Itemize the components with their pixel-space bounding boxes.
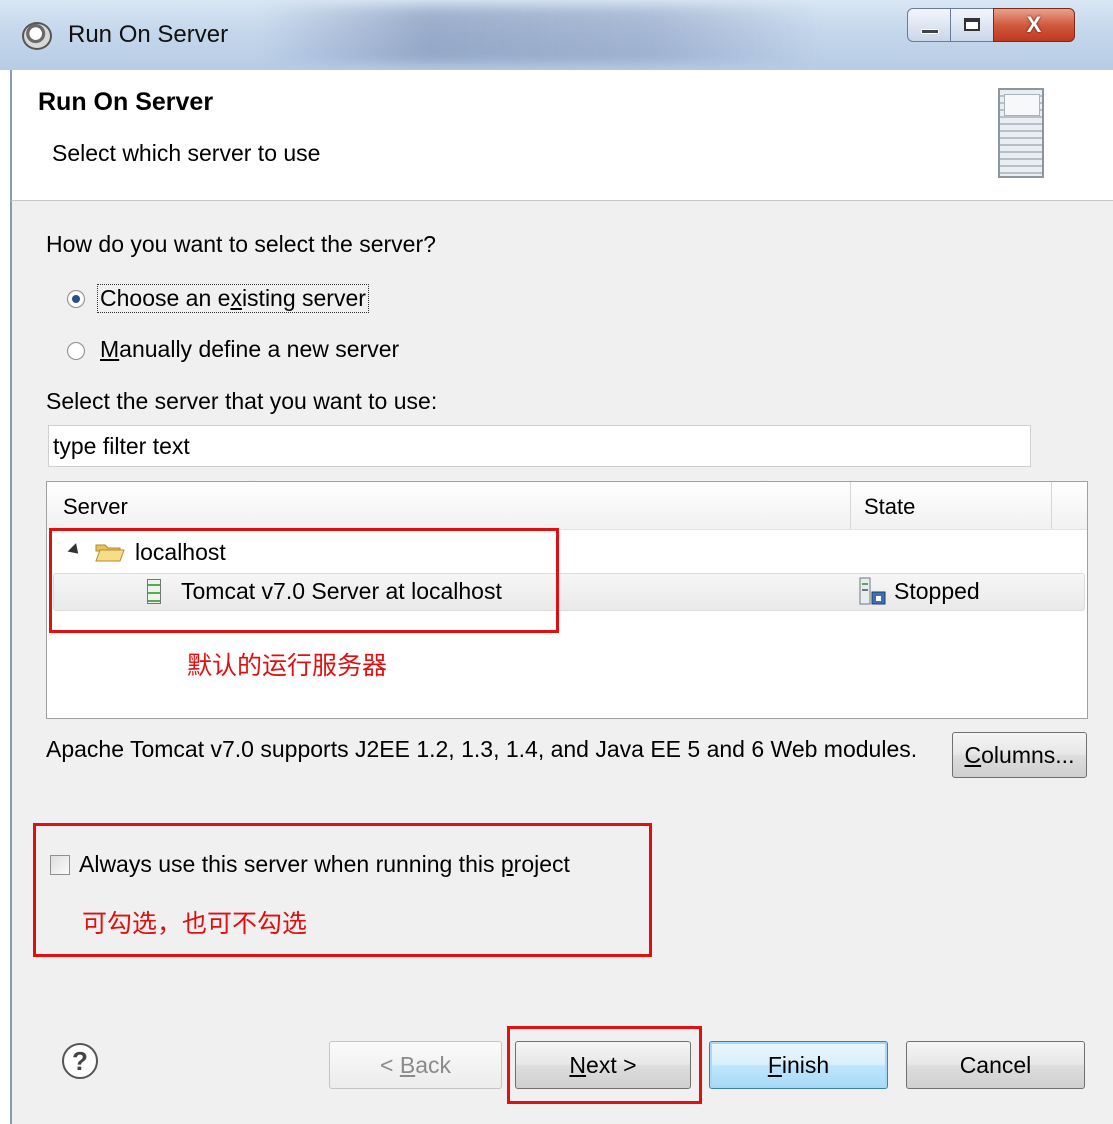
manual-define-label: Manually define a new server <box>100 336 400 362</box>
highlight-box-server <box>49 528 559 633</box>
choose-existing-radio[interactable] <box>67 290 85 308</box>
server-list-label: Select the server that you want to use: <box>46 388 438 414</box>
server-description: Apache Tomcat v7.0 supports J2EE 1.2, 1.… <box>46 736 918 762</box>
column-separator <box>850 482 851 529</box>
help-icon[interactable]: ? <box>62 1043 98 1079</box>
background-blur <box>260 6 820 64</box>
back-button[interactable]: < Back <box>329 1041 502 1089</box>
column-separator <box>1051 482 1052 529</box>
annotation-checkbox: 可勾选，也可不勾选 <box>82 910 308 938</box>
table-header: Server State <box>47 482 1087 530</box>
maximize-icon <box>964 18 980 31</box>
minimize-icon <box>921 29 939 34</box>
close-button[interactable]: X <box>993 8 1075 42</box>
always-use-label[interactable]: Always use this server when running this… <box>79 851 570 878</box>
eclipse-app-icon <box>22 22 52 50</box>
column-header-state[interactable]: State <box>864 494 915 520</box>
manual-define-radio[interactable] <box>67 342 85 360</box>
annotation-default-server: 默认的运行服务器 <box>187 652 388 680</box>
wizard-body: How do you want to select the server? Ch… <box>10 201 1113 1124</box>
maximize-button[interactable] <box>950 8 994 42</box>
page-subtitle: Select which server to use <box>52 140 321 166</box>
server-icon <box>998 88 1044 178</box>
server-icon-panel <box>1004 94 1040 116</box>
window-title: Run On Server <box>68 21 229 48</box>
cancel-button[interactable]: Cancel <box>906 1041 1085 1089</box>
finish-button[interactable]: Finish <box>709 1041 888 1089</box>
always-use-checkbox[interactable] <box>50 855 70 875</box>
selection-question: How do you want to select the server? <box>46 231 436 257</box>
stopped-status-icon <box>859 577 886 605</box>
page-title: Run On Server <box>38 88 214 116</box>
wizard-header: Run On Server Select which server to use <box>10 70 1113 201</box>
columns-button[interactable]: Columns... <box>952 732 1087 778</box>
next-button[interactable]: Next > <box>515 1041 691 1089</box>
minimize-button[interactable] <box>907 8 951 42</box>
column-header-server[interactable]: Server <box>63 494 128 520</box>
title-bar[interactable]: Run On Server X <box>0 0 1113 70</box>
server-state: Stopped <box>894 578 980 604</box>
choose-existing-label: Choose an existing server <box>97 284 369 313</box>
close-icon: X <box>1026 12 1042 37</box>
filter-input[interactable]: type filter text <box>48 425 1031 467</box>
